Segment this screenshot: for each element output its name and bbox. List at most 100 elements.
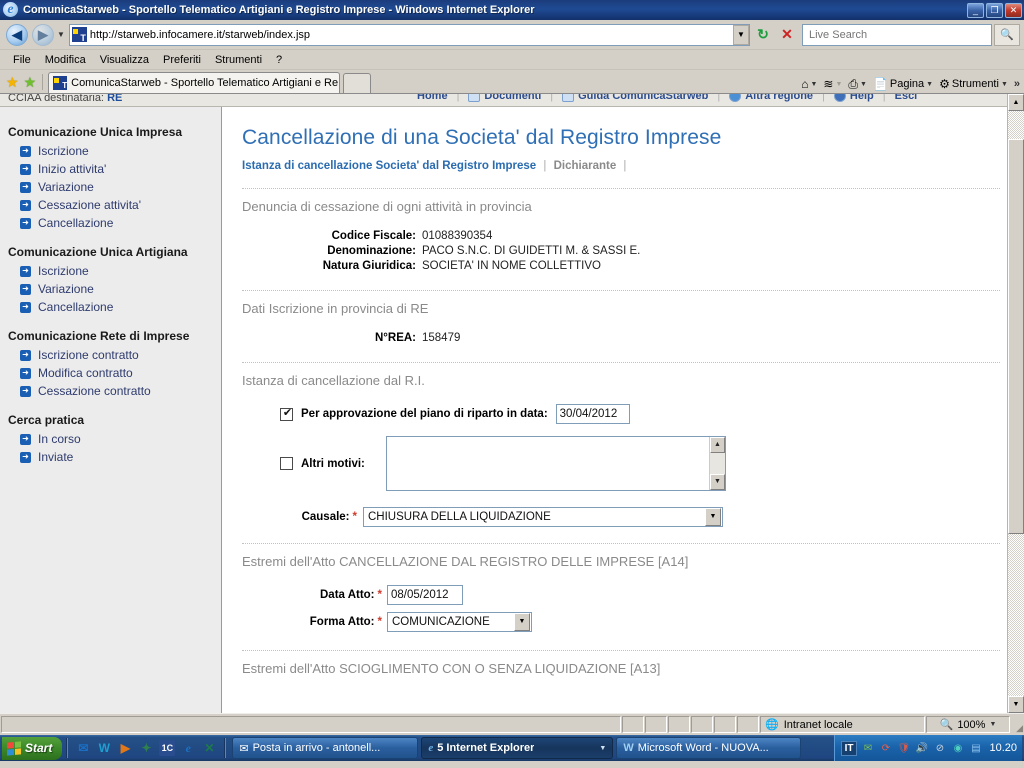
task-outlook[interactable]: ✉ Posta in arrivo - antonell... <box>232 737 419 759</box>
sidebar-item-rete-modifica-contratto[interactable]: Modifica contratto <box>0 364 221 382</box>
task-internet-explorer[interactable]: e 5 Internet Explorer ▼ <box>421 737 614 759</box>
page-scrollbar[interactable]: ▲ ▼ <box>1007 94 1024 713</box>
sidebar-item-impresa-iscrizione[interactable]: Iscrizione <box>0 142 221 160</box>
display-tray-icon[interactable]: ◉ <box>950 741 965 756</box>
start-button[interactable]: Start <box>2 736 63 760</box>
tools-caret-icon[interactable]: ▼ <box>1001 81 1008 88</box>
media-player-icon[interactable]: ▶ <box>117 740 133 756</box>
scroll-up-button[interactable]: ▲ <box>1008 94 1024 111</box>
chevron-down-icon[interactable]: ▼ <box>705 508 721 526</box>
chevron-down-icon[interactable]: ▼ <box>599 745 606 752</box>
feeds-caret-icon[interactable]: ▼ <box>835 81 842 88</box>
chevron-down-icon[interactable]: ▼ <box>514 613 530 631</box>
textarea-scrollbar[interactable]: ▲ ▼ <box>709 437 725 490</box>
search-go-button[interactable]: 🔍 <box>994 23 1020 46</box>
security-zone[interactable]: 🌐 Intranet locale <box>760 716 925 733</box>
word-icon[interactable]: W <box>96 740 112 756</box>
back-button[interactable]: ◀ <box>4 23 30 47</box>
menu-help[interactable]: ? <box>269 52 289 68</box>
antivirus-tray-icon[interactable]: 🛡 <box>896 741 911 756</box>
sidebar-item-artigiana-iscrizione[interactable]: Iscrizione <box>0 262 221 280</box>
topnav-esci[interactable]: Esci <box>886 94 927 102</box>
topnav-home[interactable]: Home <box>408 94 457 102</box>
sidebar-item-impresa-inizio-attivita[interactable]: Inizio attivita' <box>0 160 221 178</box>
sync-tray-icon[interactable]: ⟳ <box>878 741 893 756</box>
page-caret-icon[interactable]: ▼ <box>926 81 933 88</box>
select-forma-atto[interactable]: COMUNICAZIONE ▼ <box>387 612 532 632</box>
menu-file[interactable]: File <box>6 52 38 68</box>
new-tab-button[interactable] <box>343 73 372 93</box>
page-top-strip: CCIAA destinataria: RE Home | Documenti … <box>0 94 1024 107</box>
topnav-help-label: Help <box>849 94 874 102</box>
favorites-star-icon[interactable]: ★ <box>6 75 19 89</box>
tc-icon[interactable]: 1C <box>159 740 176 756</box>
refresh-button[interactable]: ↻ <box>752 24 774 46</box>
topnav-documenti[interactable]: Documenti <box>459 94 550 102</box>
textarea-altri-motivi[interactable]: ▲ ▼ <box>386 436 726 491</box>
excel-icon[interactable]: ✕ <box>201 740 217 756</box>
zoom-caret-icon[interactable]: ▼ <box>989 721 996 728</box>
menu-strumenti[interactable]: Strumenti <box>208 52 269 68</box>
internet-explorer-icon[interactable]: e <box>180 740 196 756</box>
resize-grip-icon[interactable]: ◢ <box>1010 714 1024 735</box>
feeds-button[interactable]: ≋ ▼ <box>821 78 844 90</box>
sidebar-item-impresa-variazione[interactable]: Variazione <box>0 178 221 196</box>
forward-button[interactable]: ▶ <box>30 23 56 47</box>
task-microsoft-word[interactable]: W Microsoft Word - NUOVA... <box>616 737 802 759</box>
sidebar-item-impresa-cancellazione[interactable]: Cancellazione <box>0 214 221 232</box>
breadcrumb-dichiarante[interactable]: Dichiarante <box>554 160 617 172</box>
mail-tray-icon[interactable]: ✉ <box>860 741 875 756</box>
url-input[interactable]: http://starweb.infocamere.it/starweb/ind… <box>68 23 750 46</box>
network-tray-icon[interactable]: ▤ <box>968 741 983 756</box>
scrollbar-thumb[interactable] <box>1008 139 1024 534</box>
system-clock[interactable]: 10.20 <box>986 742 1017 754</box>
maximize-button[interactable]: ❐ <box>986 2 1003 18</box>
checkbox-altri-motivi[interactable] <box>280 457 293 470</box>
checkbox-piano-riparto[interactable] <box>280 406 294 421</box>
sidebar-item-cerca-in-corso[interactable]: In corso <box>0 430 221 448</box>
volume-tray-icon[interactable]: 🔊 <box>914 741 929 756</box>
history-caret-icon[interactable]: ▼ <box>57 30 65 39</box>
input-data-riparto[interactable]: 30/04/2012 <box>555 404 630 424</box>
input-data-atto[interactable]: 08/05/2012 <box>387 585 463 605</box>
url-dropdown-icon[interactable]: ▼ <box>733 24 749 45</box>
toolbar-overflow-icon[interactable]: » <box>1014 78 1020 90</box>
page-menu-button[interactable]: 📄 Pagina ▼ <box>871 78 935 90</box>
add-favorite-icon[interactable]: ★ <box>24 75 37 89</box>
topnav-help[interactable]: Help <box>825 94 883 102</box>
sidebar-item-impresa-cessazione-attivita[interactable]: Cessazione attivita' <box>0 196 221 214</box>
zoom-control[interactable]: 🔍 100% ▼ <box>926 716 1010 733</box>
sidebar-item-artigiana-variazione[interactable]: Variazione <box>0 280 221 298</box>
home-button[interactable]: ⌂ ▼ <box>799 78 819 90</box>
sidebar-item-rete-iscrizione-contratto[interactable]: Iscrizione contratto <box>0 346 221 364</box>
home-caret-icon[interactable]: ▼ <box>810 81 817 88</box>
topnav-guida[interactable]: Guida ComunicaStarweb <box>553 94 717 102</box>
menu-preferiti[interactable]: Preferiti <box>156 52 208 68</box>
menu-modifica[interactable]: Modifica <box>38 52 93 68</box>
scroll-down-icon[interactable]: ▼ <box>710 474 725 490</box>
close-button[interactable]: ✕ <box>1005 2 1022 18</box>
word-icon: W <box>623 742 634 754</box>
messenger-icon[interactable]: ✦ <box>138 740 154 756</box>
mail-icon[interactable]: ✉ <box>75 740 91 756</box>
scroll-up-icon[interactable]: ▲ <box>710 437 725 453</box>
browser-tab[interactable]: ComunicaStarweb - Sportello Telematico A… <box>48 72 341 93</box>
block-tray-icon[interactable]: ⊘ <box>932 741 947 756</box>
search-field[interactable] <box>807 27 991 42</box>
stop-button[interactable]: ✕ <box>776 24 798 46</box>
textarea-content[interactable] <box>387 437 709 490</box>
print-button[interactable]: ⎙ ▼ <box>846 78 869 90</box>
minimize-button[interactable]: _ <box>967 2 984 18</box>
menu-visualizza[interactable]: Visualizza <box>93 52 156 68</box>
search-input[interactable] <box>802 23 992 46</box>
language-indicator[interactable]: IT <box>840 740 858 756</box>
sidebar-item-rete-cessazione-contratto[interactable]: Cessazione contratto <box>0 382 221 400</box>
topnav-altra-regione[interactable]: Altra regione <box>720 94 822 102</box>
sidebar-item-artigiana-cancellazione[interactable]: Cancellazione <box>0 298 221 316</box>
print-caret-icon[interactable]: ▼ <box>860 81 867 88</box>
breadcrumb-current[interactable]: Istanza di cancellazione Societa' dal Re… <box>242 160 536 172</box>
tools-menu-button[interactable]: ⚙ Strumenti ▼ <box>937 78 1010 90</box>
scroll-down-button[interactable]: ▼ <box>1008 696 1024 713</box>
select-causale[interactable]: CHIUSURA DELLA LIQUIDAZIONE ▼ <box>363 507 723 527</box>
sidebar-item-cerca-inviate[interactable]: Inviate <box>0 448 221 466</box>
